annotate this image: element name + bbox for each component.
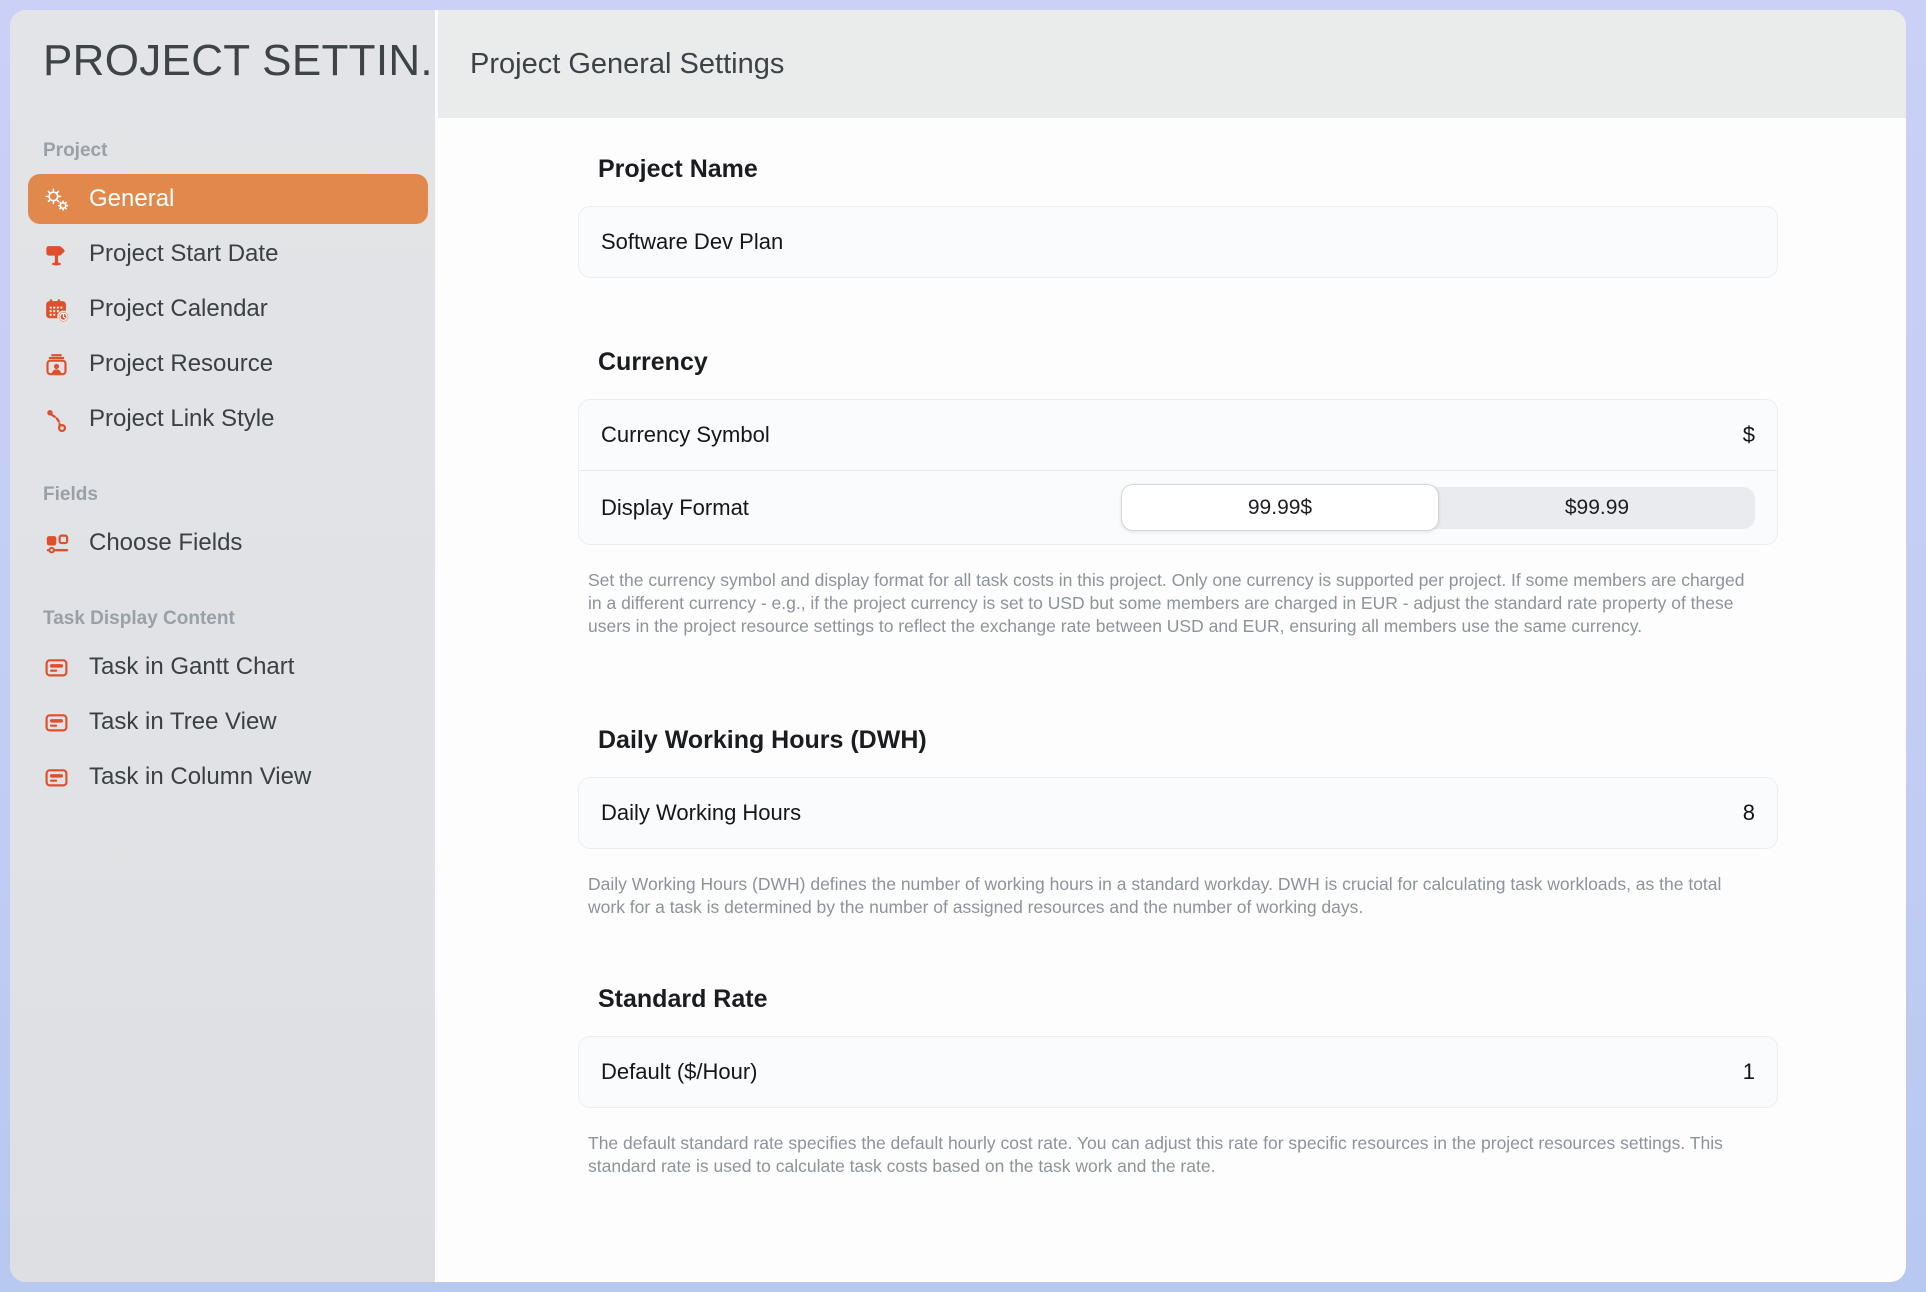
project-name-card: Software Dev Plan (578, 206, 1778, 278)
dwh-label: Daily Working Hours (601, 800, 801, 826)
dwh-description: Daily Working Hours (DWH) defines the nu… (588, 873, 1756, 919)
format-option-prefix[interactable]: $99.99 (1439, 487, 1755, 529)
sidebar-item-task-tree[interactable]: Task in Tree View (28, 697, 428, 747)
dwh-heading: Daily Working Hours (DWH) (598, 726, 1906, 755)
sidebar-item-choose-fields[interactable]: Choose Fields (28, 518, 428, 568)
link-curve-icon (43, 406, 70, 433)
sidebar-item-general[interactable]: General (28, 174, 428, 224)
calendar-clock-icon (43, 296, 70, 323)
currency-description: Set the currency symbol and display form… (588, 569, 1756, 638)
currency-symbol-label: Currency Symbol (601, 422, 770, 448)
fields-icon (43, 530, 70, 557)
nav-label: Task in Column View (89, 763, 311, 791)
nav-label: General (89, 185, 174, 213)
signpost-icon (43, 241, 70, 268)
settings-content: Project Name Software Dev Plan Currency … (438, 118, 1906, 1282)
sidebar-section-task-display: Task Display Content (43, 608, 435, 630)
project-settings-window: PROJECT SETTIN... Project General (10, 10, 1906, 1282)
dwh-section: Daily Working Hours (DWH) Daily Working … (578, 726, 1906, 919)
display-format-segmented-control: 99.99$ $99.99 (1121, 487, 1755, 529)
task-card-icon (43, 654, 70, 681)
sidebar-item-task-column[interactable]: Task in Column View (28, 752, 428, 802)
project-name-value: Software Dev Plan (601, 229, 783, 255)
standard-rate-value: 1 (1743, 1059, 1755, 1085)
display-format-label: Display Format (601, 495, 749, 521)
standard-rate-row[interactable]: Default ($/Hour) 1 (579, 1037, 1777, 1107)
dwh-row[interactable]: Daily Working Hours 8 (579, 778, 1777, 848)
standard-rate-section: Standard Rate Default ($/Hour) 1 The def… (578, 985, 1906, 1178)
page-header: Project General Settings (438, 10, 1906, 118)
nav-label: Project Calendar (89, 295, 268, 323)
nav-label: Project Start Date (89, 240, 278, 268)
standard-rate-heading: Standard Rate (598, 985, 1906, 1014)
sidebar-section-project: Project (43, 140, 435, 162)
main-panel: Project General Settings Project Name So… (438, 10, 1906, 1282)
dwh-card: Daily Working Hours 8 (578, 777, 1778, 849)
nav-label: Project Resource (89, 350, 273, 378)
sidebar-item-task-gantt[interactable]: Task in Gantt Chart (28, 642, 428, 692)
contact-card-icon (43, 351, 70, 378)
currency-heading: Currency (598, 348, 1906, 377)
standard-rate-label: Default ($/Hour) (601, 1059, 758, 1085)
currency-symbol-value: $ (1743, 422, 1755, 448)
project-name-section: Project Name Software Dev Plan (578, 155, 1906, 278)
project-name-heading: Project Name (598, 155, 1906, 184)
sidebar-item-project-calendar[interactable]: Project Calendar (28, 284, 428, 334)
standard-rate-description: The default standard rate specifies the … (588, 1132, 1756, 1178)
task-card-icon (43, 709, 70, 736)
task-card-icon (43, 764, 70, 791)
nav-label: Task in Tree View (89, 708, 277, 736)
sidebar-title: PROJECT SETTIN... (43, 36, 435, 86)
nav-label: Choose Fields (89, 529, 242, 557)
sidebar: PROJECT SETTIN... Project General (10, 10, 438, 1282)
dwh-value: 8 (1743, 800, 1755, 826)
format-option-suffix[interactable]: 99.99$ (1121, 484, 1439, 531)
sidebar-section-fields: Fields (43, 484, 435, 506)
sidebar-item-project-link-style[interactable]: Project Link Style (28, 394, 428, 444)
gears-icon (43, 186, 70, 213)
standard-rate-card: Default ($/Hour) 1 (578, 1036, 1778, 1108)
sidebar-item-project-start-date[interactable]: Project Start Date (28, 229, 428, 279)
nav-label: Project Link Style (89, 405, 274, 433)
nav-label: Task in Gantt Chart (89, 653, 294, 681)
project-name-field[interactable]: Software Dev Plan (579, 207, 1777, 277)
sidebar-item-project-resource[interactable]: Project Resource (28, 339, 428, 389)
currency-symbol-row[interactable]: Currency Symbol $ (579, 400, 1777, 470)
currency-section: Currency Currency Symbol $ Display Forma… (578, 348, 1906, 638)
page-title: Project General Settings (470, 48, 784, 81)
display-format-row: Display Format 99.99$ $99.99 (579, 470, 1777, 544)
currency-card: Currency Symbol $ Display Format 99.99$ … (578, 399, 1778, 545)
